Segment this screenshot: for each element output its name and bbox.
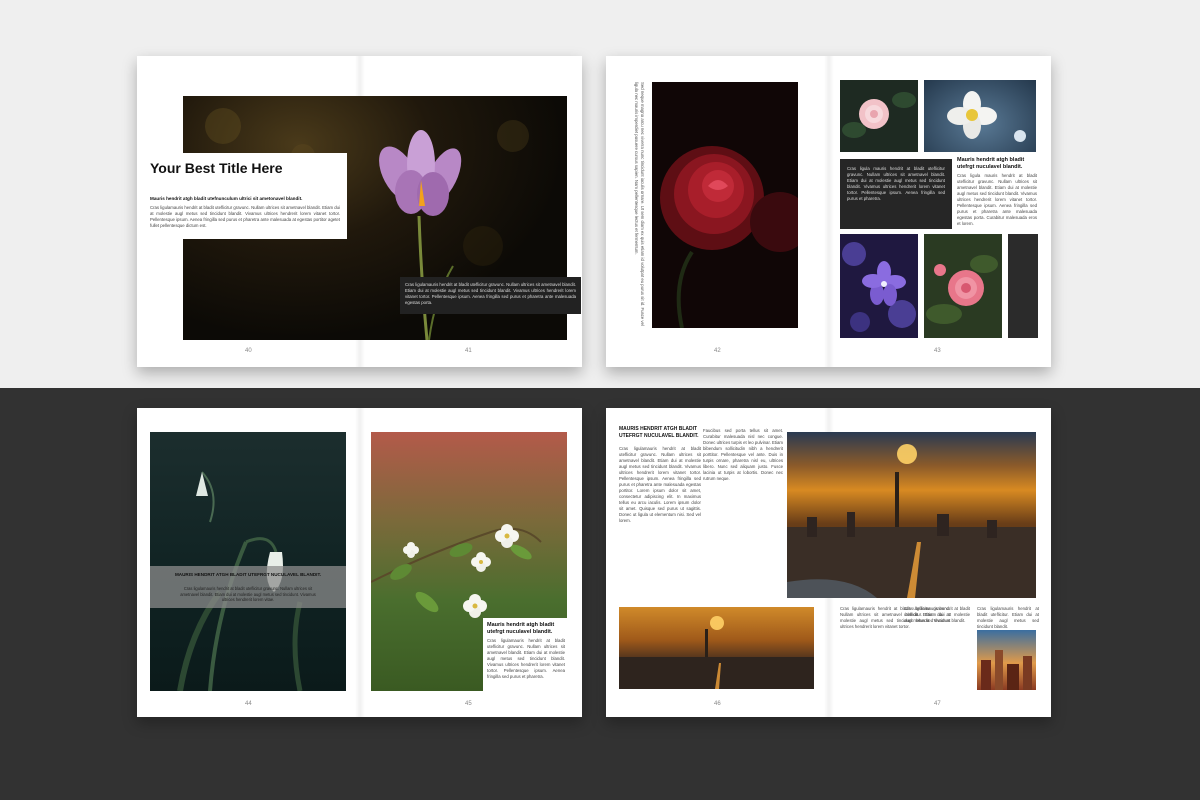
dark-text-box: Cras ligula mauris hendrit at bladit ute… — [840, 159, 952, 229]
vertical-text: Sed neque magna arcu nec viverra nunc ti… — [634, 82, 645, 326]
title-box: Your Best Title Here Mauris hendrit atgh… — [137, 153, 347, 239]
right-text: Cras ligula mauris hendrit at bladit ute… — [957, 173, 1037, 226]
spread-gutter — [824, 56, 834, 367]
small-rose-icon — [842, 92, 916, 138]
white-anemone-photo — [924, 80, 1036, 152]
page-number-41: 41 — [465, 348, 472, 354]
page-number-40: 40 — [245, 348, 252, 354]
blossom-text: Cras ligulamauris hendrit at bladit utef… — [487, 638, 565, 679]
page-title: Your Best Title Here — [150, 160, 283, 176]
white-blossom-photo: Mauris hendrit atgh bladit utefrgt nucul… — [371, 432, 567, 691]
blossom-heading: Mauris hendrit atgh bladit utefrgt nucul… — [487, 622, 555, 635]
pink-rose-photo — [840, 80, 918, 152]
spread-gutter — [355, 408, 365, 717]
anemone-icon — [947, 91, 1026, 142]
purple-flower-photo — [840, 234, 918, 338]
caption-text: Cras ligulamauris hendrit at bladit utef… — [405, 282, 576, 305]
city-sunset-photo-small — [619, 607, 814, 689]
city-skyline-icon — [787, 444, 1036, 598]
dark-color-block — [1008, 234, 1038, 338]
city-buildings-icon — [981, 650, 1032, 690]
page-number-46: 46 — [714, 701, 721, 707]
dark-box-text: Cras ligula mauris hendrit at bladit ute… — [847, 166, 945, 201]
article-column-2: Faucibus sed porta tellus sit amet. Cura… — [703, 428, 783, 481]
garden-rose-icon — [926, 255, 998, 324]
article-column-4: Cras ligulamauris hendrit at bladit utef… — [904, 606, 970, 623]
rose-icon — [660, 146, 798, 328]
caption-box: Cras ligulamauris hendrit at bladit utef… — [400, 277, 581, 314]
article-column-5: Cras ligulamauris hendrit at bladit utef… — [977, 606, 1039, 628]
city-dusk-photo — [977, 630, 1036, 690]
article-heading: MAURIS HENDRIT ATGH BLADIT UTEFRGT NUCUL… — [619, 426, 699, 439]
spread-pages-42-43: Sed neque magna arcu nec viverra nunc ti… — [606, 56, 1051, 367]
spread-pages-40-41: Your Best Title Here Mauris hendrit atgh… — [137, 56, 582, 367]
page-number-42: 42 — [714, 348, 721, 354]
page-number-45: 45 — [465, 701, 472, 707]
spread-pages-44-45: MAURIS HENDRIT ATGH BLADIT UTEFRGT NUCUL… — [137, 408, 582, 717]
page-number-47: 47 — [934, 701, 941, 707]
blossom-text-box: Mauris hendrit atgh bladit utefrgt nucul… — [483, 618, 567, 691]
red-rose-photo — [652, 82, 798, 328]
overlay-text: Cras ligulamauris hendrit at bladit utef… — [180, 586, 316, 602]
page-number-43: 43 — [934, 348, 941, 354]
snowdrop-icon — [177, 471, 303, 691]
purple-flower-icon — [842, 242, 916, 332]
subtitle: Mauris hendrit atgh bladit utefnunculum … — [150, 196, 303, 201]
page-number-44: 44 — [245, 701, 252, 707]
snowdrop-photo: MAURIS HENDRIT ATGH BLADIT UTEFRGT NUCUL… — [150, 432, 346, 691]
article-column-1: Cras ligulamauris hendrit at bladit utef… — [619, 446, 701, 523]
city-sunset-photo-large — [787, 432, 1036, 598]
pink-garden-rose-photo — [924, 234, 1002, 338]
spread-pages-46-47: MAURIS HENDRIT ATGH BLADIT UTEFRGT NUCUL… — [606, 408, 1051, 717]
overlay-heading: MAURIS HENDRIT ATGH BLADIT UTEFRGT NUCUL… — [174, 572, 322, 577]
overlay-text-box: MAURIS HENDRIT ATGH BLADIT UTEFRGT NUCUL… — [150, 566, 346, 608]
intro-text: Cras ligulamauris hendrit at bladit utef… — [150, 205, 340, 228]
right-heading: Mauris hendrit atgh bladit utefrgt nucul… — [957, 157, 1025, 170]
vertical-text-column: Sed neque magna arcu nec viverra nunc ti… — [633, 82, 645, 328]
city-tower-icon — [619, 616, 814, 689]
